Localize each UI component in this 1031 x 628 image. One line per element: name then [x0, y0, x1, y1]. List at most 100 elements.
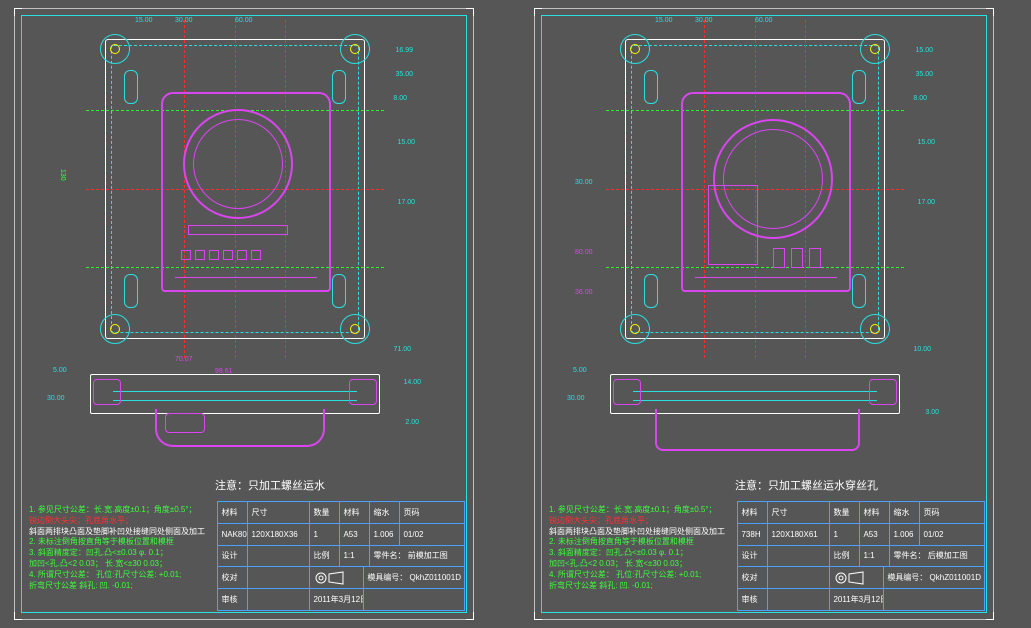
note-line: 4. 所谓尺寸公差： 孔位:孔尺寸公差: +0.01; — [29, 570, 211, 581]
cell-value: NAK80 — [218, 524, 248, 545]
crop-mark-icon — [14, 612, 22, 620]
grille-row — [181, 250, 261, 260]
cell-label: 零件名： — [373, 550, 405, 561]
cell-label: 审核 — [738, 589, 768, 610]
note-line: 加凹<孔.凸<2 0.03； 长.宽<±30 0.03； — [29, 559, 211, 570]
section-end — [349, 379, 377, 405]
dimension-label: 60.00 — [755, 17, 773, 24]
cell-blank — [768, 589, 830, 610]
cell-value: 1 — [310, 524, 340, 545]
dimension-label: 60.00 — [235, 17, 253, 24]
crop-mark-icon — [986, 612, 994, 620]
slot-icon — [124, 70, 138, 104]
cell-label: 缩水 — [370, 502, 400, 523]
cell-value: 后模加工图 — [928, 550, 968, 561]
note-line: 1. 参见尺寸公差：长.宽.高度±0.1；角度±0.5°； — [549, 505, 731, 516]
dimension-label: 80.00 — [575, 249, 593, 256]
dimension-label: 15.00 — [397, 139, 415, 146]
note-text-front: 注意：只加工螺丝运水 — [215, 477, 325, 493]
cell-label: 缩水 — [890, 502, 920, 523]
section-body — [655, 409, 860, 451]
dimension-label: 15.00 — [915, 47, 933, 54]
slot-icon — [332, 70, 346, 104]
dimension-label: 10.00 — [913, 346, 931, 353]
cell-label: 页码 — [920, 502, 984, 523]
corner-hole-icon — [620, 34, 650, 64]
note-line: 斜面两排块凸面及垫脚补凹处接缝同处侧面及加工 — [549, 527, 731, 538]
plan-view-rear: 15.00 30.00 60.00 15.00 35.00 8.00 15.00… — [605, 29, 905, 349]
section-detail — [165, 413, 205, 433]
cell-value: 120X180X36 — [248, 524, 310, 545]
cell-value: A53 — [340, 524, 370, 545]
dimension-label: 71.00 — [393, 346, 411, 353]
cell-label: 设计 — [738, 546, 768, 567]
title-grid: 材料 尺寸 数量 材料 缩水 页码 NAK80 120X180X36 1 A53… — [217, 501, 465, 611]
title-row: 设计 比例 1:1 零件名： 前模加工图 — [218, 546, 464, 568]
section-base — [610, 374, 900, 414]
cell-label: 数量 — [310, 502, 340, 523]
title-row: 材料 尺寸 数量 材料 缩水 页码 — [218, 502, 464, 524]
dimension-label: 2.00 — [405, 419, 419, 426]
slot-icon — [644, 70, 658, 104]
note-line: 1. 参见尺寸公差：长.宽.高度±0.1；角度±0.5°； — [29, 505, 211, 516]
section-view-rear: 5.00 30.00 3.00 — [595, 369, 915, 469]
note-line: 加凹<孔.凸<2 0.03； 长.宽<±30 0.03； — [549, 559, 731, 570]
cell-label: 零件名： — [893, 550, 925, 561]
cell-value: 尺寸 — [768, 502, 830, 523]
cavity-outline-front — [161, 92, 331, 292]
note-line: 锐边倒大头尖；孔底角水平； — [549, 516, 731, 527]
title-block-rear: 1. 参见尺寸公差：长.宽.高度±0.1；角度±0.5°； 锐边倒大头尖；孔底角… — [543, 501, 985, 611]
title-row: 738H 120X180X61 1 A53 1.006 01/02 — [738, 524, 984, 546]
note-line: 4. 所谓尺寸公差： 孔位:孔尺寸公差: +0.01; — [549, 570, 731, 581]
cell-value: 尺寸 — [248, 502, 310, 523]
dimension-label: 15.00 — [917, 139, 935, 146]
slot-icon — [852, 70, 866, 104]
cell-mold-no: 模具编号： QkhZ011001D — [884, 567, 984, 588]
general-notes: 1. 参见尺寸公差：长.宽.高度±0.1；角度±0.5°； 锐边倒大头尖；孔底角… — [23, 501, 217, 611]
crop-mark-icon — [986, 8, 994, 16]
cell-value: 1.006 — [890, 524, 920, 545]
note-line: 3. 斜面精度定：凹孔.凸<±0.03 φ. 0.1； — [549, 548, 731, 559]
section-end — [869, 379, 897, 405]
dimension-label: 8.00 — [393, 95, 407, 102]
cell-label: 数量 — [830, 502, 860, 523]
title-row: 校对 模具编号： QkhZ011001D — [218, 567, 464, 589]
cell-label: 材料 — [340, 502, 370, 523]
cell-label: 比例 — [830, 546, 860, 567]
corner-hole-icon — [860, 314, 890, 344]
cell-value: 738H — [738, 524, 768, 545]
cell-part-name: 零件名： 前模加工图 — [370, 546, 464, 567]
cell-label: 设计 — [218, 546, 248, 567]
button-strip — [188, 225, 288, 235]
cavity-outline-rear — [681, 92, 851, 292]
note-line: 斜面两排块凸面及垫脚补凹处接缝同处侧面及加工 — [29, 527, 211, 538]
title-row: 设计 比例 1:1 零件名： 后模加工图 — [738, 546, 984, 568]
cell-blank — [884, 589, 984, 610]
corner-hole-icon — [340, 34, 370, 64]
cell-value: 1.006 — [370, 524, 400, 545]
dimension-label: 5.00 — [53, 367, 67, 374]
section-base — [90, 374, 380, 414]
cell-label: 校对 — [738, 567, 768, 588]
section-band — [113, 391, 357, 401]
note-line: 锐边倒大头尖；孔底角水平； — [29, 516, 211, 527]
dimension-label: 5.00 — [573, 367, 587, 374]
section-end — [93, 379, 121, 405]
slot-icon — [332, 274, 346, 308]
speaker-circle-icon — [183, 109, 293, 219]
crop-mark-icon — [466, 612, 474, 620]
title-row: 校对 模具编号： QkhZ011001D — [738, 567, 984, 589]
cell-label: 模具编号： — [887, 572, 927, 583]
dimension-label: 30.00 — [175, 17, 193, 24]
note-line: 2. 未标注倒角按直角等于模板位置和模框 — [549, 537, 731, 548]
section-view-front: 5.00 30.00 14.00 2.00 — [75, 369, 395, 469]
cell-label: 模具编号： — [367, 572, 407, 583]
projection-symbol-icon — [833, 571, 867, 585]
parting-line — [175, 277, 317, 278]
cell-value: QkhZ011001D — [930, 573, 981, 582]
cell-value: 01/02 — [920, 524, 984, 545]
cell-blank — [248, 546, 310, 567]
dimension-label: 8.00 — [913, 95, 927, 102]
dimension-label: 36.00 — [575, 289, 593, 296]
note-line: 折弯尺寸公差 斜孔: 凹. -0.01; — [29, 581, 211, 592]
